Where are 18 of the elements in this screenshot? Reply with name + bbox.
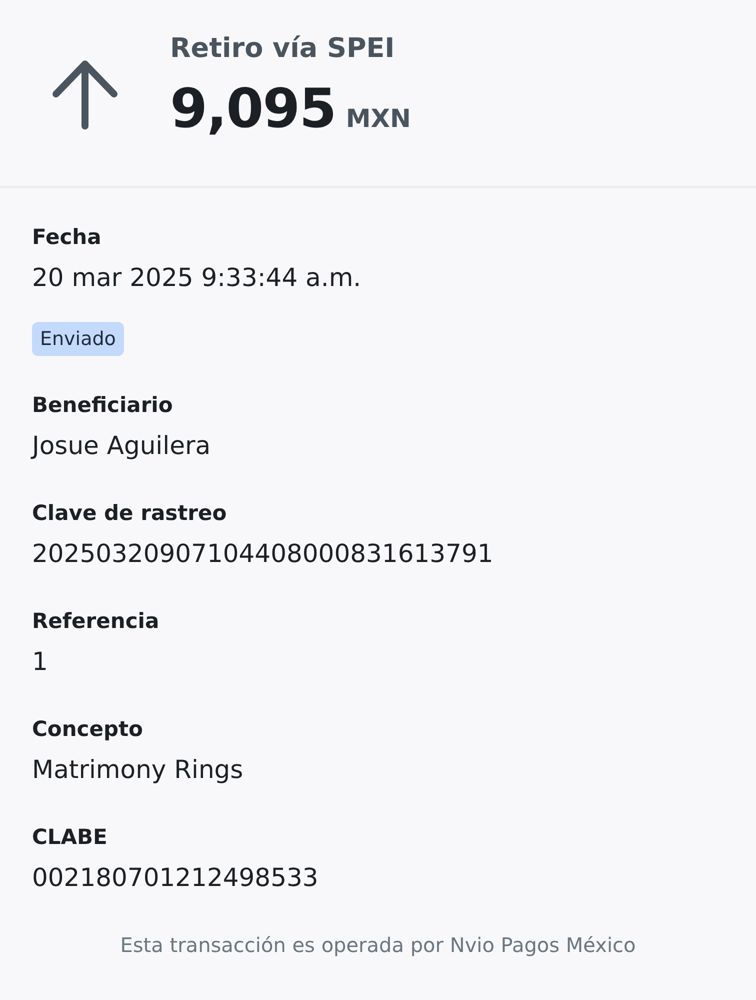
field-label: Beneficiario bbox=[32, 392, 173, 419]
up-arrow-icon bbox=[52, 60, 118, 130]
field-value: 1 bbox=[32, 646, 48, 678]
footer-note: Esta transacción es operada por Nvio Pagos México bbox=[120, 932, 636, 959]
status-badge: Enviado bbox=[32, 322, 124, 356]
transaction-title: Retiro vía SPEI bbox=[170, 32, 395, 66]
field-label: Referencia bbox=[32, 608, 160, 635]
amount: 9,095 bbox=[170, 78, 336, 140]
field-label: Clave de rastreo bbox=[32, 500, 227, 527]
field-value: Matrimony Rings bbox=[32, 754, 244, 786]
field-label: Fecha bbox=[32, 224, 102, 251]
field-value: 002180701212498533 bbox=[32, 862, 318, 894]
currency: MXN bbox=[346, 103, 411, 135]
field-label: Concepto bbox=[32, 716, 143, 743]
field-value: Josue Aguilera bbox=[32, 430, 211, 462]
field-value: 20250320907104408000831613791 bbox=[32, 538, 494, 570]
field-label: CLABE bbox=[32, 824, 108, 851]
field-value: 20 mar 2025 9:33:44 a.m. bbox=[32, 262, 362, 294]
